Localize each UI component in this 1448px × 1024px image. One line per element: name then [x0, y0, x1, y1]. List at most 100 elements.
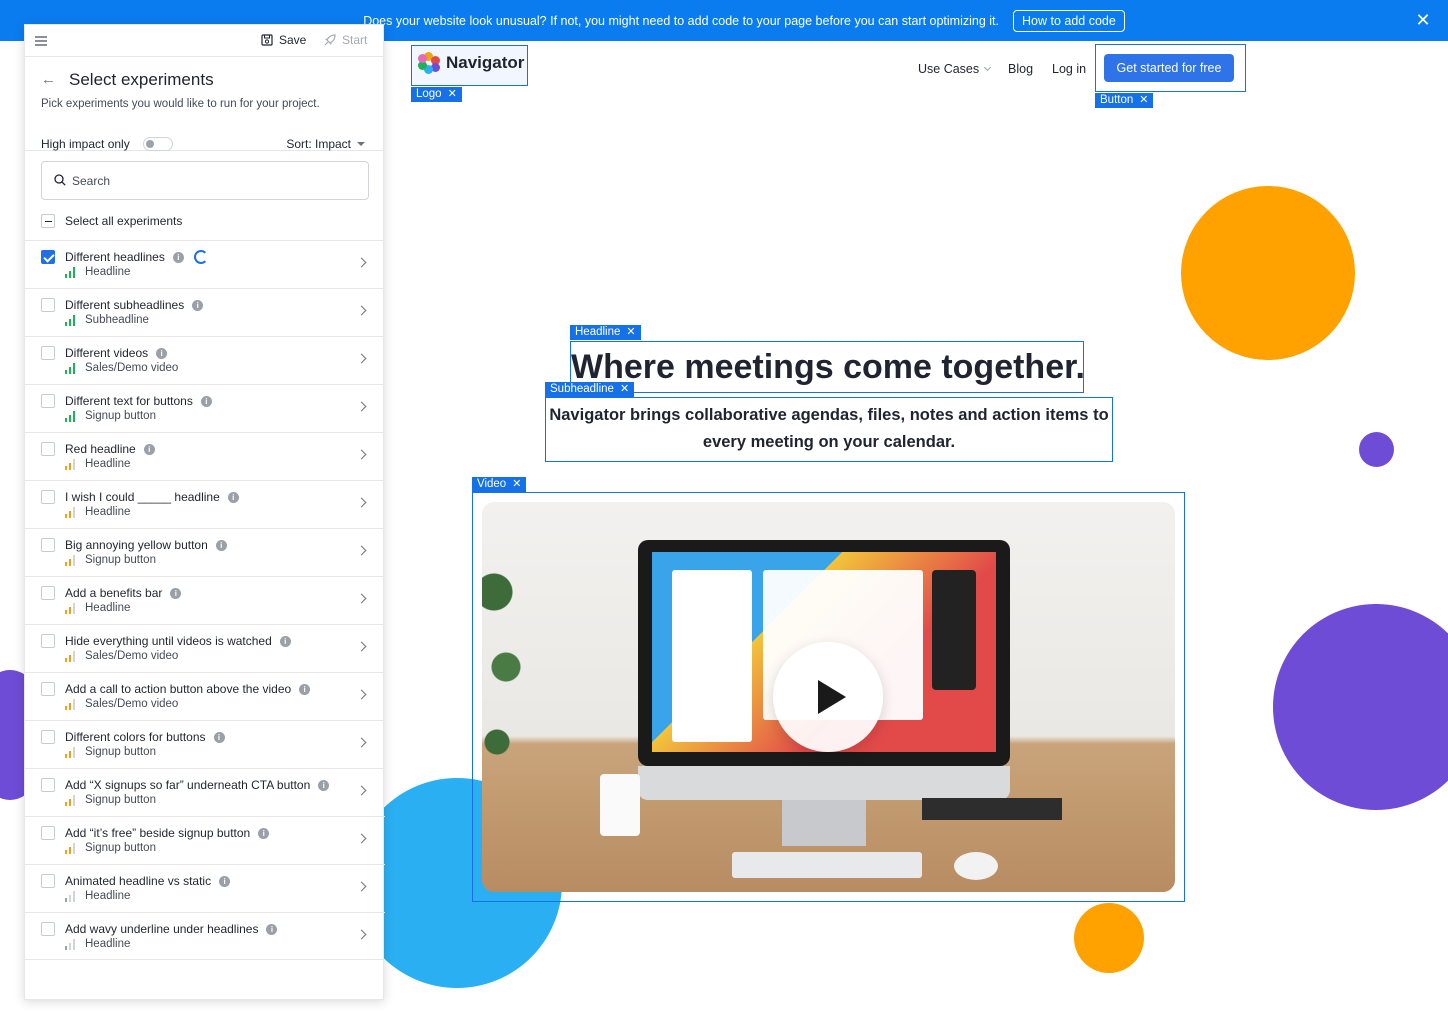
experiment-row[interactable]: Add a call to action button above the vi… — [25, 672, 385, 720]
experiment-row[interactable]: Different text for buttons i Signup button — [25, 384, 385, 432]
experiment-row[interactable]: Animated headline vs static i Headline — [25, 864, 385, 912]
page-headline[interactable]: Where meetings come together. — [570, 341, 1085, 393]
chevron-right-icon[interactable] — [356, 737, 367, 748]
decor-circle-purple-small — [1359, 432, 1394, 467]
experiment-checkbox[interactable] — [41, 730, 55, 744]
experiment-meta: Headline — [65, 506, 130, 518]
experiment-checkbox[interactable] — [41, 250, 55, 264]
close-icon[interactable]: ✕ — [1414, 10, 1432, 30]
info-icon[interactable]: i — [172, 251, 184, 263]
experiment-title: Add “X signups so far” underneath CTA bu… — [65, 778, 330, 792]
chevron-right-icon[interactable] — [356, 593, 367, 604]
chevron-right-icon[interactable] — [356, 689, 367, 700]
experiment-checkbox[interactable] — [41, 442, 55, 456]
info-icon[interactable]: i — [213, 731, 225, 743]
experiment-checkbox[interactable] — [41, 490, 55, 504]
experiment-checkbox[interactable] — [41, 826, 55, 840]
remove-annotation-icon[interactable]: ✕ — [512, 477, 521, 492]
high-impact-toggle[interactable] — [143, 137, 173, 151]
remove-annotation-icon[interactable]: ✕ — [1139, 93, 1148, 108]
info-icon[interactable]: i — [219, 875, 231, 887]
info-icon[interactable]: i — [266, 923, 278, 935]
info-icon[interactable]: i — [200, 395, 212, 407]
chevron-right-icon[interactable] — [356, 401, 367, 412]
impact-bars-icon — [65, 938, 77, 950]
experiment-row[interactable]: Big annoying yellow button i Signup button — [25, 528, 385, 576]
experiment-checkbox[interactable] — [41, 298, 55, 312]
experiment-row[interactable]: Hide everything until videos is watched i… — [25, 624, 385, 672]
experiment-checkbox[interactable] — [41, 778, 55, 792]
experiment-row[interactable]: Different headlines i Headline — [25, 240, 385, 288]
chevron-right-icon[interactable] — [356, 449, 367, 460]
experiment-row[interactable]: Add wavy underline under headlines i Headl… — [25, 912, 385, 960]
impact-bars-icon — [65, 602, 77, 614]
annotation-tag-button[interactable]: Button ✕ — [1095, 93, 1154, 108]
info-icon[interactable]: i — [318, 779, 330, 791]
experiment-row[interactable]: I wish I could _____ headline i Headline — [25, 480, 385, 528]
decor-circle-orange-small — [1074, 903, 1144, 973]
info-icon[interactable]: i — [192, 299, 204, 311]
experiment-row[interactable]: Different subheadlines i Subheadline — [25, 288, 385, 336]
annotation-tag-video[interactable]: Video ✕ — [472, 477, 527, 492]
chevron-right-icon[interactable] — [356, 545, 367, 556]
chevron-right-icon[interactable] — [356, 305, 367, 316]
save-button[interactable]: Save — [261, 33, 306, 47]
info-icon[interactable]: i — [299, 683, 311, 695]
nav-use-cases[interactable]: Use Cases — [918, 62, 992, 76]
experiment-row[interactable]: Different videos i Sales/Demo video — [25, 336, 385, 384]
back-arrow-icon[interactable]: ← — [41, 71, 56, 88]
remove-annotation-icon[interactable]: ✕ — [448, 87, 457, 102]
experiment-checkbox[interactable] — [41, 394, 55, 408]
navigator-logo-icon — [418, 52, 440, 74]
chevron-right-icon[interactable] — [356, 929, 367, 940]
hamburger-icon[interactable] — [35, 36, 47, 46]
experiment-element: Headline — [85, 890, 131, 902]
info-icon[interactable]: i — [215, 539, 227, 551]
get-started-button[interactable]: Get started for free — [1104, 54, 1234, 82]
chevron-right-icon[interactable] — [356, 785, 367, 796]
info-icon[interactable]: i — [227, 491, 239, 503]
experiment-meta: Sales/Demo video — [65, 650, 178, 662]
chevron-right-icon[interactable] — [356, 833, 367, 844]
experiment-checkbox[interactable] — [41, 682, 55, 696]
chevron-right-icon[interactable] — [356, 497, 367, 508]
experiment-row[interactable]: Different colors for buttons i Signup butt… — [25, 720, 385, 768]
sort-label: Sort: Impact — [286, 137, 351, 151]
experiment-row[interactable]: Add “it’s free” beside signup button i Sig… — [25, 816, 385, 864]
chevron-right-icon[interactable] — [356, 641, 367, 652]
remove-annotation-icon[interactable]: ✕ — [626, 325, 635, 340]
annotation-tag-subheadline[interactable]: Subheadline ✕ — [545, 382, 635, 397]
info-icon[interactable]: i — [170, 587, 182, 599]
demo-video[interactable] — [482, 502, 1175, 892]
start-button[interactable]: Start — [323, 33, 367, 47]
page-subheadline[interactable]: Navigator brings collaborative agendas, … — [545, 397, 1113, 462]
annotation-tag-logo[interactable]: Logo ✕ — [411, 87, 462, 102]
chevron-right-icon[interactable] — [356, 353, 367, 364]
chevron-right-icon[interactable] — [356, 257, 367, 268]
chevron-right-icon[interactable] — [356, 881, 367, 892]
remove-annotation-icon[interactable]: ✕ — [620, 382, 629, 397]
search-input[interactable] — [72, 172, 352, 190]
info-icon[interactable]: i — [143, 443, 155, 455]
select-all-checkbox[interactable] — [41, 214, 55, 228]
experiment-checkbox[interactable] — [41, 634, 55, 648]
experiment-checkbox[interactable] — [41, 346, 55, 360]
play-button[interactable] — [773, 642, 883, 752]
sort-dropdown[interactable]: Sort: Impact — [286, 137, 365, 151]
experiment-checkbox[interactable] — [41, 874, 55, 888]
info-icon[interactable]: i — [156, 347, 168, 359]
nav-login[interactable]: Log in — [1052, 62, 1086, 76]
experiment-checkbox[interactable] — [41, 586, 55, 600]
experiment-checkbox[interactable] — [41, 538, 55, 552]
experiment-checkbox[interactable] — [41, 922, 55, 936]
site-logo[interactable]: Navigator — [418, 52, 524, 74]
experiment-row[interactable]: Add “X signups so far” underneath CTA bu… — [25, 768, 385, 816]
annotation-tag-headline[interactable]: Headline ✕ — [570, 325, 641, 340]
experiment-row[interactable]: Red headline i Headline — [25, 432, 385, 480]
how-to-add-code-button[interactable]: How to add code — [1013, 9, 1125, 32]
experiment-row[interactable]: Add a benefits bar i Headline — [25, 576, 385, 624]
info-icon[interactable]: i — [279, 635, 291, 647]
select-all-row[interactable]: Select all experiments — [41, 214, 182, 228]
nav-blog[interactable]: Blog — [1008, 62, 1033, 76]
info-icon[interactable]: i — [258, 827, 270, 839]
